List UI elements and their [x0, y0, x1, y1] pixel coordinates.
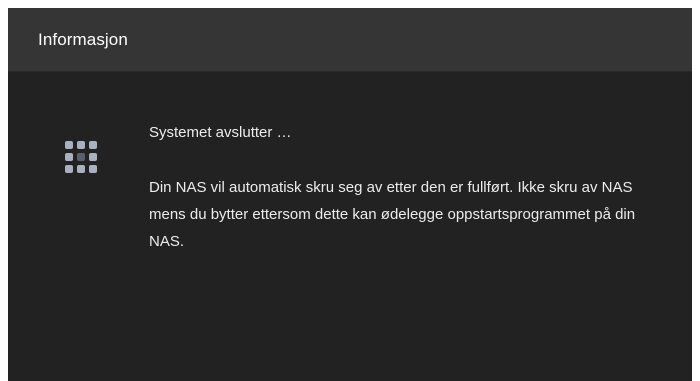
dialog-title: Informasjon — [38, 29, 128, 49]
grid-spinner-dot — [77, 165, 85, 173]
status-text: Systemet avslutter … — [149, 124, 292, 141]
grid-spinner-dot — [77, 153, 85, 161]
grid-spinner-dot — [65, 153, 73, 161]
grid-spinner-dot — [65, 141, 73, 149]
shutdown-info-dialog: Informasjon Systemet avslutter … Din NAS… — [8, 8, 692, 381]
message-block: Systemet avslutter … Din NAS vil automat… — [149, 123, 669, 255]
dialog-body: Systemet avslutter … Din NAS vil automat… — [8, 72, 692, 381]
dialog-header: Informasjon — [8, 8, 692, 72]
grid-spinner-dot — [65, 165, 73, 173]
grid-spinner-dot — [89, 153, 97, 161]
grid-spinner-dot — [89, 141, 97, 149]
grid-spinner-dot — [77, 141, 85, 149]
detail-text: Din NAS vil automatisk skru seg av etter… — [149, 179, 636, 250]
grid-spinner-icon — [65, 141, 97, 173]
grid-spinner-dot — [89, 165, 97, 173]
